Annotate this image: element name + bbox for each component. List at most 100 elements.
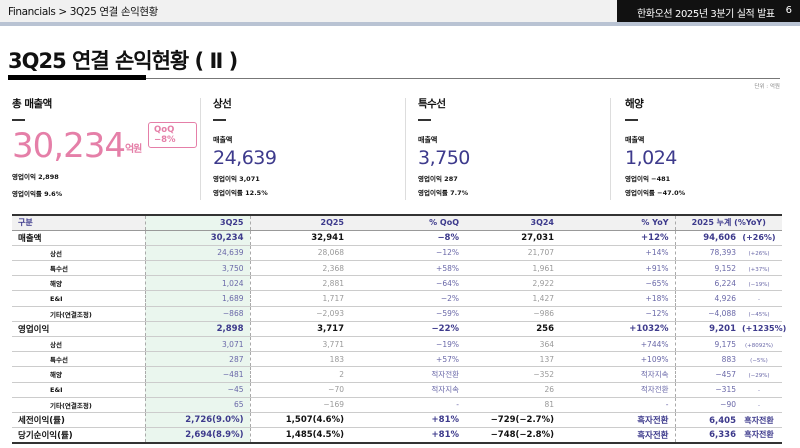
table-cell: 1,689: [144, 290, 251, 307]
card-offshore: 해양 매출액 1,024 영업이익 −481 영업이익률 −47.0%: [625, 96, 785, 200]
header-strip: [0, 22, 800, 26]
revenue-label: 매출액: [625, 136, 645, 144]
table-cell: −12%: [350, 245, 465, 262]
table-cell: 30,234: [144, 230, 251, 246]
table-cell: 2,368: [250, 260, 350, 277]
dash: [213, 119, 226, 121]
table-cell: 3,750: [144, 260, 251, 277]
card-title: 해양: [625, 98, 644, 110]
table-row: 상선 24,639 28,068 −12% 21,707 +14% 78,393 (+26%): [12, 245, 782, 262]
ytd-yoy: (+26%): [748, 251, 770, 258]
table-cell: 3,717: [250, 321, 350, 338]
column-header: 3Q25: [144, 215, 251, 231]
ytd-yoy: (+1235%): [742, 323, 787, 333]
table-cell: 32,941: [250, 230, 350, 246]
ytd-yoy: (−19%): [748, 281, 770, 288]
ytd-value: 883: [721, 354, 736, 364]
table-cell: 흑자전환: [560, 427, 675, 444]
card-title: 특수선: [418, 98, 446, 110]
ytd-yoy: (−29%): [748, 372, 770, 379]
table-cell: 상선: [12, 336, 145, 353]
operating-profit: 영업이익 −481: [625, 175, 671, 183]
ytd-cell: −315 -: [674, 382, 782, 398]
income-table: 구분 3Q25 2Q25% QoQ 3Q24% YoY 2025 누계 (%YoY) 매…: [12, 214, 787, 444]
ytd-yoy: -: [758, 388, 760, 395]
divider: [405, 98, 406, 200]
table-row: 해양 −481 2 적자전환 −352 적자지속 −457 (−29%): [12, 366, 782, 383]
operating-profit: 영업이익 287: [418, 175, 458, 183]
table-cell: 흑자전환: [560, 412, 675, 429]
table-row: 기타(연결조정) −868 −2,093 −59% −986 −12% −4,088 (−45…: [12, 306, 782, 322]
ytd-cell: 6,336 흑자전환: [674, 427, 782, 444]
ytd-yoy: -: [758, 297, 760, 304]
table-cell: −868: [144, 306, 251, 322]
table-cell: −65%: [560, 275, 675, 292]
ytd-value: −4,088: [708, 309, 736, 319]
ytd-cell: 94,606 (+26%): [674, 230, 782, 246]
revenue-label: 매출액: [213, 136, 233, 144]
qoq-badge: QoQ −8%: [148, 122, 197, 148]
table-cell: +91%: [560, 260, 675, 277]
table-cell: 24,639: [144, 245, 251, 262]
table-cell: 1,961: [465, 260, 560, 277]
ytd-yoy: (+8092%): [744, 342, 774, 349]
ytd-yoy: 흑자전환: [744, 430, 774, 440]
table-row: 특수선 3,750 2,368 +58% 1,961 +91% 9,152 (+37%): [12, 260, 782, 277]
table-cell: +14%: [560, 245, 675, 262]
ytd-cell: 6,405 흑자전환: [674, 412, 782, 429]
table-cell: 65: [144, 397, 251, 413]
table-cell: +58%: [350, 260, 465, 277]
table-cell: 적자지속: [350, 382, 465, 398]
table-cell: 27,031: [465, 230, 560, 246]
table-cell: +81%: [350, 412, 465, 429]
table-cell: E&I: [12, 290, 145, 307]
table-cell: −12%: [560, 306, 675, 322]
ytd-value: 6,224: [714, 278, 736, 288]
ytd-cell: 78,393 (+26%): [674, 245, 782, 262]
table-cell: 적자지속: [560, 366, 675, 383]
ytd-yoy: (+26%): [742, 232, 776, 242]
revenue-value: 3,750: [418, 147, 470, 169]
table-cell: -: [560, 397, 675, 413]
table-row: 영업이익 2,898 3,717 −22% 256 +1032% 9,201 (+1235%): [12, 321, 787, 338]
table-row: 당기순이익(률) 2,694(8.9%) 1,485(4.5%) +81% −748(−…: [12, 427, 782, 444]
table-cell: 3,071: [144, 336, 251, 353]
table-cell: −352: [465, 366, 560, 383]
table-cell: 1,485(4.5%): [250, 427, 350, 444]
page-title: 3Q25 연결 손익현황 ( Ⅱ ): [8, 49, 238, 73]
table-row: 해양 1,024 2,881 −64% 2,922 −65% 6,224 (−19%): [12, 275, 782, 292]
table-cell: +81%: [350, 427, 465, 444]
dash: [12, 119, 25, 121]
table-row: E&I −45 −70 적자지속 26 적자전환 −315 -: [12, 382, 782, 398]
table-cell: +18%: [560, 290, 675, 307]
ytd-value: −457: [715, 369, 736, 379]
operating-margin: 영업이익률 −47.0%: [625, 189, 686, 197]
table-cell: 1,717: [250, 290, 350, 307]
ytd-yoy: -: [758, 403, 760, 410]
table-row: 세전이익(률) 2,726(9.0%) 1,507(4.6%) +81% −729(−2…: [12, 412, 782, 429]
revenue-value: 1,024: [625, 147, 677, 169]
table-cell: 해양: [12, 366, 145, 383]
table-cell: 기타(연결조정): [12, 397, 145, 413]
breadcrumb[interactable]: Financials > 3Q25 연결 손익현황: [8, 4, 158, 19]
table-row: E&I 1,689 1,717 −2% 1,427 +18% 4,926 -: [12, 290, 782, 307]
table-cell: 특수선: [12, 351, 145, 368]
table-cell: −2,093: [250, 306, 350, 322]
table-cell: −64%: [350, 275, 465, 292]
table-cell: −2%: [350, 290, 465, 307]
ytd-yoy: (+37%): [748, 266, 770, 273]
table-row: 매출액 30,234 32,941 −8% 27,031 +12% 94,606 (+26%): [12, 230, 782, 246]
table-cell: E&I: [12, 382, 145, 398]
table-cell: 해양: [12, 275, 145, 292]
ytd-value: −90: [720, 400, 736, 410]
column-header: 3Q24: [465, 215, 560, 231]
table-cell: −8%: [350, 230, 465, 246]
table-cell: +744%: [560, 336, 675, 353]
table-cell: 287: [144, 351, 251, 368]
ytd-cell: 9,201 (+1235%): [674, 321, 787, 338]
table-row: 상선 3,071 3,771 −19% 364 +744% 9,175 (+8092%): [12, 336, 782, 353]
table-cell: 26: [465, 382, 560, 398]
ytd-cell: −90 -: [674, 397, 782, 413]
table-row: 특수선 287 183 +57% 137 +109% 883 (−5%): [12, 351, 782, 368]
table-cell: 당기순이익(률): [12, 427, 145, 444]
